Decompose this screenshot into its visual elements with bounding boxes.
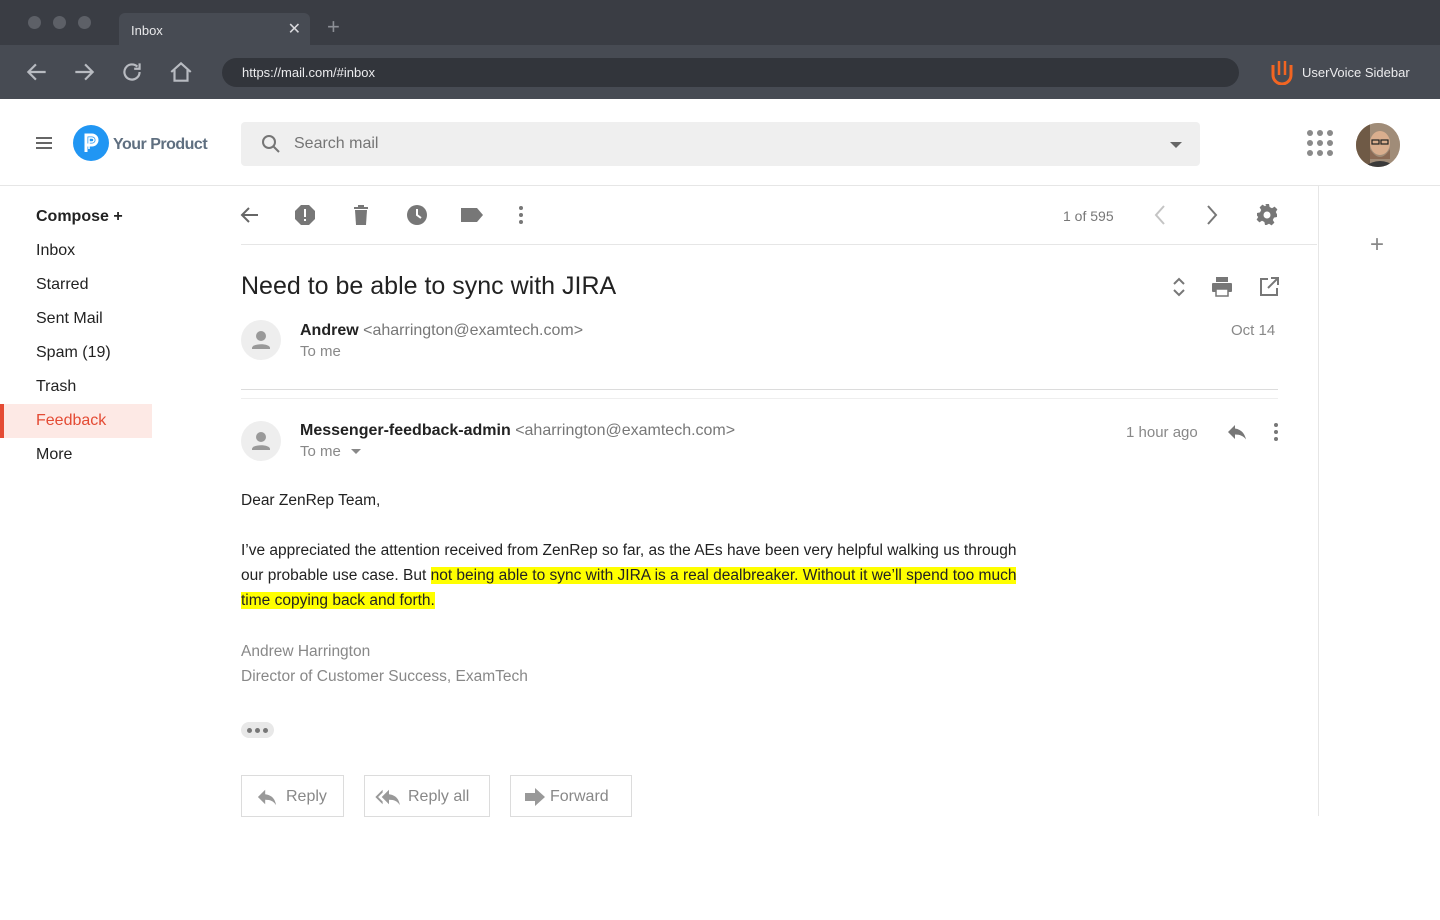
print-icon[interactable] xyxy=(1210,275,1234,299)
recipient-details-chevron-icon[interactable] xyxy=(350,448,362,456)
sidebar-item-label: Inbox xyxy=(36,242,76,259)
apps-grid-icon[interactable] xyxy=(1307,130,1335,158)
user-avatar[interactable] xyxy=(1356,123,1400,167)
tab-close-icon[interactable]: ✕ xyxy=(288,19,301,39)
open-in-new-window-icon[interactable] xyxy=(1257,275,1281,299)
sender-line: Messenger-feedback-admin <aharrington@ex… xyxy=(300,422,735,440)
sender-avatar xyxy=(241,421,281,461)
menu-icon[interactable] xyxy=(36,137,52,149)
back-to-inbox-icon[interactable] xyxy=(238,203,262,227)
browser-toolbar: https://mail.com/#inbox UserVoice Sideba… xyxy=(0,45,1440,99)
search-icon[interactable] xyxy=(261,134,281,154)
sidebar-item-trash[interactable]: Trash xyxy=(0,370,160,404)
email-greeting: Dear ZenRep Team, xyxy=(241,492,381,509)
reply-all-label: Reply all xyxy=(408,788,470,805)
product-name: Your Product xyxy=(113,136,208,153)
forward-button[interactable]: Forward xyxy=(510,775,632,817)
browser-tab[interactable]: Inbox ✕ xyxy=(119,13,310,45)
recipient-text: To me xyxy=(300,343,341,360)
reload-icon[interactable] xyxy=(119,59,145,85)
email-body-paragraph: I’ve appreciated the attention received … xyxy=(241,538,1041,613)
search-input[interactable] xyxy=(294,122,1154,166)
sidebar-nav: Compose + Inbox Starred Sent Mail Spam (… xyxy=(0,200,160,472)
expand-collapse-icon[interactable] xyxy=(1167,275,1191,299)
sender-name[interactable]: Andrew xyxy=(300,322,359,339)
sender-name[interactable]: Messenger-feedback-admin xyxy=(300,422,511,439)
report-spam-icon[interactable] xyxy=(293,203,317,227)
show-trimmed-content-button[interactable] xyxy=(241,722,274,738)
settings-gear-icon[interactable] xyxy=(1255,203,1279,227)
url-text: https://mail.com/#inbox xyxy=(242,65,375,80)
add-panel-button[interactable]: + xyxy=(1370,233,1384,257)
email-subject: Need to be able to sync with JIRA xyxy=(241,272,617,300)
signature-title: Director of Customer Success, ExamTech xyxy=(241,668,528,685)
tab-title: Inbox xyxy=(131,23,163,38)
browser-chrome: Inbox ✕ + https://mail.com/#inbox UserVo… xyxy=(0,0,1440,99)
label-tag-icon[interactable] xyxy=(460,203,484,227)
recipient-text: To me xyxy=(300,443,341,460)
sender-avatar xyxy=(241,320,281,360)
message-more-options-icon[interactable] xyxy=(1264,420,1288,444)
message-date: 1 hour ago xyxy=(1126,424,1198,441)
uservoice-logo-icon[interactable] xyxy=(1270,59,1294,85)
app-header: Your Product xyxy=(0,99,1440,186)
sidebar-item-starred[interactable]: Starred xyxy=(0,268,160,302)
reply-all-arrow-icon xyxy=(375,789,400,806)
reply-icon[interactable] xyxy=(1225,420,1249,444)
reply-label: Reply xyxy=(286,788,327,805)
sidebar-item-more[interactable]: More xyxy=(0,438,160,472)
window-close-dot[interactable] xyxy=(28,16,41,29)
person-icon xyxy=(252,331,270,349)
compose-label: Compose + xyxy=(36,208,123,225)
tab-strip: Inbox ✕ + xyxy=(0,0,1440,45)
back-arrow-icon[interactable] xyxy=(24,59,50,85)
snooze-clock-icon[interactable] xyxy=(405,203,429,227)
delete-icon[interactable] xyxy=(349,203,373,227)
forward-arrow-icon[interactable] xyxy=(71,59,97,85)
message-divider xyxy=(241,398,1278,399)
address-bar[interactable]: https://mail.com/#inbox xyxy=(222,58,1239,87)
sidebar-item-feedback[interactable]: Feedback xyxy=(0,404,152,438)
sidebar-item-label: Trash xyxy=(36,378,77,395)
sidebar-item-label: Feedback xyxy=(36,412,107,429)
more-options-icon[interactable] xyxy=(509,203,533,227)
forward-arrow-icon xyxy=(525,788,545,806)
person-icon xyxy=(252,432,270,450)
sender-email: <aharrington@examtech.com> xyxy=(515,422,736,439)
message-count: 1 of 595 xyxy=(1063,208,1114,224)
sidebar-item-inbox[interactable]: Inbox xyxy=(0,234,160,268)
message-divider xyxy=(241,389,1278,390)
new-tab-button[interactable]: + xyxy=(327,16,340,38)
window-minimize-dot[interactable] xyxy=(53,16,66,29)
message-date: Oct 14 xyxy=(1231,322,1276,339)
search-bar[interactable] xyxy=(241,122,1200,166)
signature-name: Andrew Harrington xyxy=(241,643,371,660)
mail-toolbar: 1 of 595 xyxy=(238,193,1317,245)
sidebar-item-label: Sent Mail xyxy=(36,310,103,327)
reply-all-button[interactable]: Reply all xyxy=(364,775,490,817)
sidebar-item-sent-mail[interactable]: Sent Mail xyxy=(0,302,160,336)
home-icon[interactable] xyxy=(168,59,194,85)
window-maximize-dot[interactable] xyxy=(78,16,91,29)
next-chevron-icon[interactable] xyxy=(1199,203,1223,227)
side-panel-divider xyxy=(1318,186,1319,816)
product-logo-icon xyxy=(73,125,109,161)
compose-button[interactable]: Compose + xyxy=(0,200,160,234)
previous-chevron-icon[interactable] xyxy=(1149,203,1173,227)
sender-line: Andrew <aharrington@examtech.com> xyxy=(300,322,583,340)
sidebar-item-spam[interactable]: Spam (19) xyxy=(0,336,160,370)
sender-email: <aharrington@examtech.com> xyxy=(363,322,584,339)
uservoice-sidebar-label[interactable]: UserVoice Sidebar xyxy=(1302,65,1410,80)
sidebar-item-label: Starred xyxy=(36,276,89,293)
reply-button[interactable]: Reply xyxy=(241,775,344,817)
reply-arrow-icon xyxy=(257,789,277,806)
search-options-chevron-icon[interactable] xyxy=(1170,142,1182,148)
sidebar-item-label: Spam (19) xyxy=(36,344,111,361)
forward-label: Forward xyxy=(550,788,609,805)
sidebar-item-label: More xyxy=(36,446,73,463)
